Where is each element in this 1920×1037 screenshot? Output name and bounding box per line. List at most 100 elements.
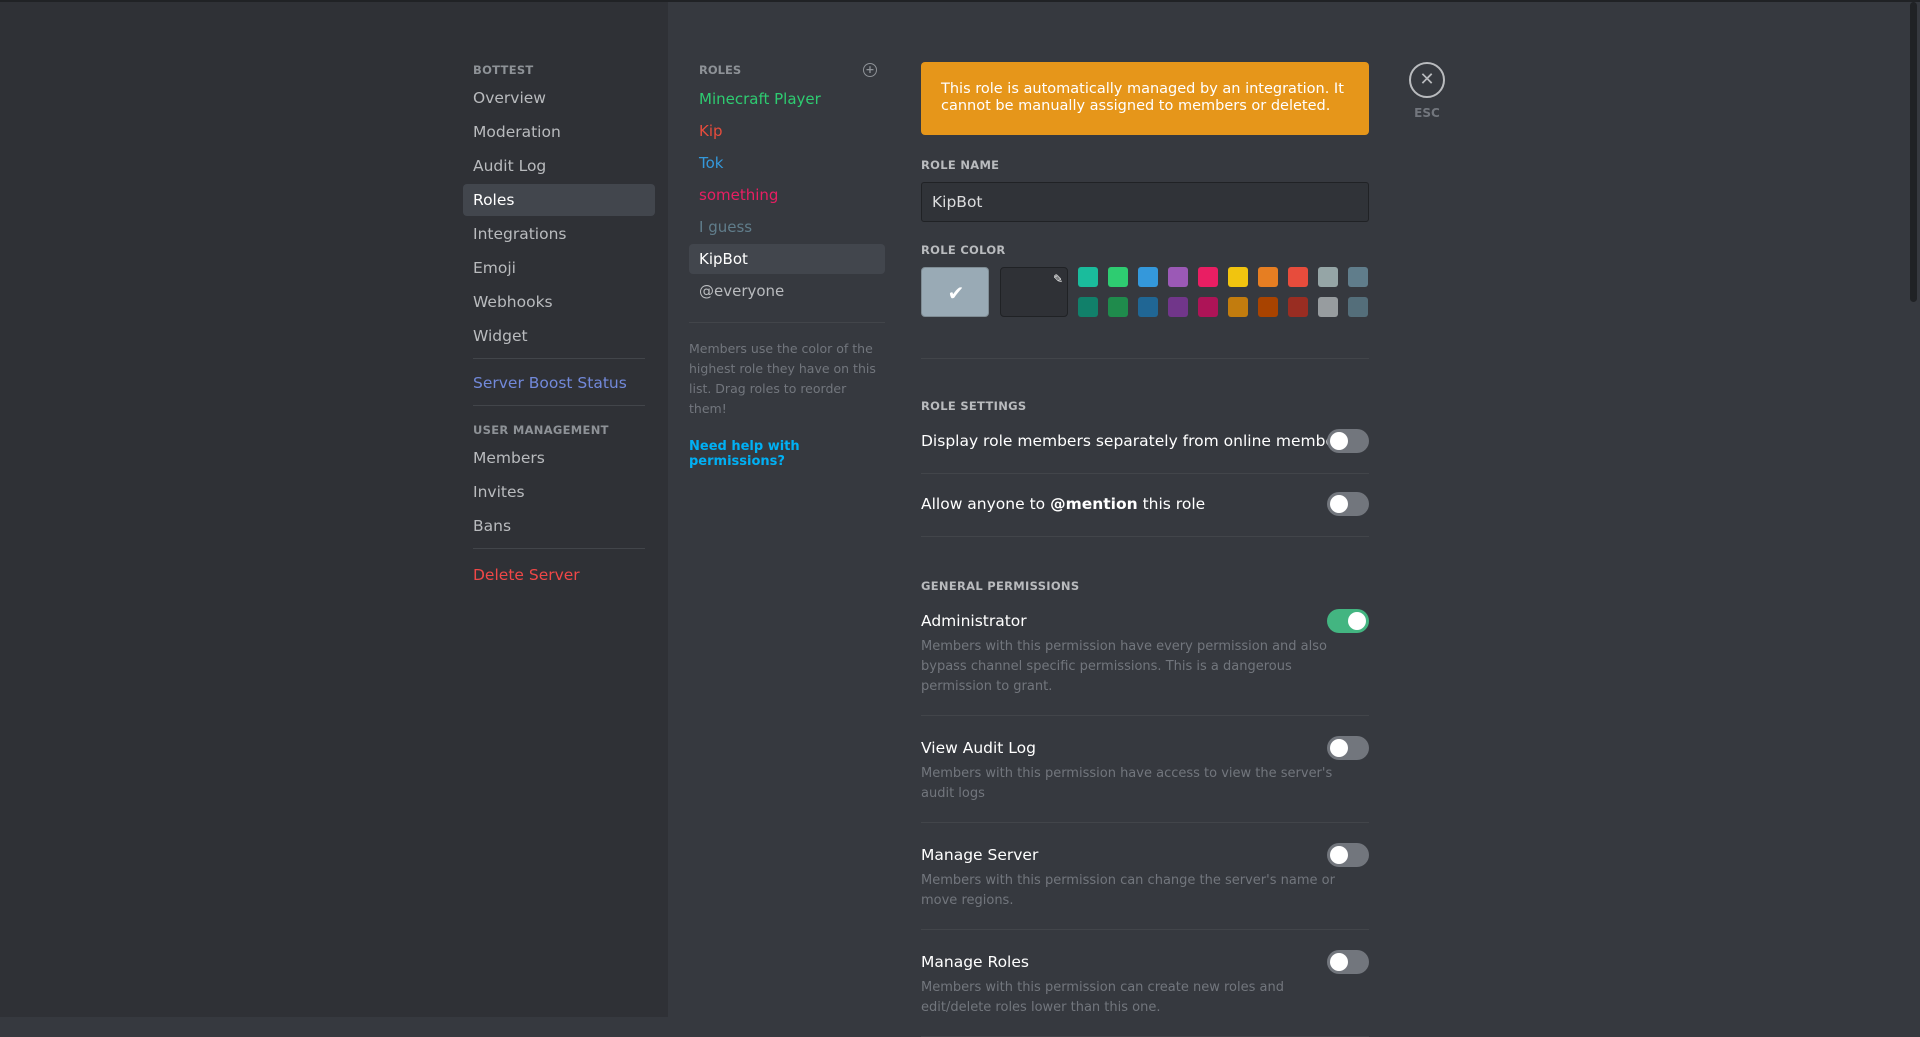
mentionable-prefix: Allow anyone to [921,495,1051,513]
sidebar-divider [473,405,645,406]
settings-sidebar: BOTTEST Overview Moderation Audit Log Ro… [463,60,655,593]
role-settings-label: ROLE SETTINGS [921,399,1027,413]
mentionable-toggle[interactable] [1327,492,1369,516]
role-name-input[interactable] [921,182,1369,222]
add-role-icon[interactable]: + [863,63,877,77]
server-name-header: BOTTEST [473,63,534,77]
roles-header: ROLES + [689,60,885,80]
sidebar-item-widget[interactable]: Widget [463,320,655,352]
role-item[interactable]: Minecraft Player [689,84,885,114]
permission-divider [921,929,1369,930]
setting-divider [921,536,1369,537]
permission-description: Members with this permission have every … [921,639,1327,694]
permission-description: Members with this permission have access… [921,766,1333,801]
role-editor: This role is automatically managed by an… [921,62,1369,1037]
permission-divider [921,822,1369,823]
color-swatch[interactable] [1288,267,1308,287]
toggle-knob [1330,739,1348,757]
mentionable-bold: @mention [1050,495,1138,513]
mentionable-suffix: this role [1137,495,1206,513]
sidebar-item-integrations[interactable]: Integrations [463,218,655,250]
display-separately-toggle[interactable] [1327,429,1369,453]
color-swatch[interactable] [1198,267,1218,287]
mentionable-title: Allow anyone to @mention this role [921,494,1369,514]
color-swatch[interactable] [1318,297,1338,317]
role-item[interactable]: I guess [689,212,885,242]
sidebar-item-roles[interactable]: Roles [463,184,655,216]
permission-row: Manage Roles Members with this permission… [921,950,1369,1018]
mentionable-setting: Allow anyone to @mention this role [921,492,1369,516]
user-management-header: USER MANAGEMENT [473,423,609,437]
sidebar-item-emoji[interactable]: Emoji [463,252,655,284]
role-item[interactable]: @everyone [689,276,885,306]
sidebar-divider [473,548,645,549]
color-swatch[interactable] [1318,267,1338,287]
sidebar-item-bans[interactable]: Bans [463,510,655,542]
role-item[interactable]: Kip [689,116,885,146]
sidebar-item-moderation[interactable]: Moderation [463,116,655,148]
sidebar-divider [473,358,645,359]
permission-row: View Audit Log Members with this permissi… [921,736,1369,804]
toggle-knob [1330,495,1348,513]
sidebar-item-server-boost-status[interactable]: Server Boost Status [463,367,655,399]
sidebar-item-audit-log[interactable]: Audit Log [463,150,655,182]
color-swatch[interactable] [1228,267,1248,287]
color-swatch[interactable] [1138,297,1158,317]
role-color-label: ROLE COLOR [921,243,1006,257]
permissions-help-link[interactable]: Need help with permissions? [689,439,885,469]
color-swatch[interactable] [1078,267,1098,287]
permission-row: Manage Server Members with this permissio… [921,843,1369,911]
toggle-knob [1330,846,1348,864]
permission-toggle[interactable] [1327,736,1369,760]
color-swatch[interactable] [1198,297,1218,317]
color-swatch[interactable] [1108,297,1128,317]
role-color-picker: ✔ ✎ [921,267,1369,317]
role-item[interactable]: something [689,180,885,210]
sidebar-item-webhooks[interactable]: Webhooks [463,286,655,318]
sidebar-item-invites[interactable]: Invites [463,476,655,508]
color-swatch[interactable] [1348,267,1368,287]
custom-color-swatch[interactable]: ✎ [1000,267,1068,317]
color-swatch[interactable] [1168,267,1188,287]
permission-description: Members with this permission can change … [921,873,1335,908]
color-swatch[interactable] [1258,267,1278,287]
color-swatch[interactable] [1108,267,1128,287]
color-swatch[interactable] [1168,297,1188,317]
permission-row: Administrator Members with this permissio… [921,609,1369,697]
sidebar-item-delete-server[interactable]: Delete Server [463,559,655,591]
general-permissions-label: GENERAL PERMISSIONS [921,579,1080,593]
toggle-knob [1330,953,1348,971]
permission-divider [921,715,1369,716]
permission-title: View Audit Log [921,739,1036,757]
default-color-swatch[interactable]: ✔ [921,267,989,317]
color-swatch[interactable] [1138,267,1158,287]
role-item[interactable]: KipBot [689,244,885,274]
close-icon[interactable]: ✕ [1409,62,1445,98]
roles-help-text: Members use the color of the highest rol… [689,341,876,416]
color-swatch[interactable] [1258,297,1278,317]
permission-toggle[interactable] [1327,843,1369,867]
sidebar-item-members[interactable]: Members [463,442,655,474]
color-swatch[interactable] [1228,297,1248,317]
section-divider [921,358,1369,359]
display-separately-title: Display role members separately from onl… [921,432,1350,450]
esc-label: ESC [1414,106,1440,120]
role-name-label: ROLE NAME [921,158,1000,172]
permission-title: Administrator [921,612,1027,630]
close-area: ✕ ESC [1409,62,1445,120]
scrollbar-thumb[interactable] [1910,2,1917,302]
toggle-knob [1348,612,1366,630]
color-swatch[interactable] [1078,297,1098,317]
permission-toggle[interactable] [1327,609,1369,633]
managed-role-notice: This role is automatically managed by an… [921,62,1369,135]
toggle-knob [1330,432,1348,450]
role-item[interactable]: Tok [689,148,885,178]
color-swatch[interactable] [1288,297,1308,317]
eyedropper-icon: ✎ [1052,272,1063,286]
color-swatch[interactable] [1348,297,1368,317]
color-palette [1078,267,1368,317]
sidebar-item-overview[interactable]: Overview [463,82,655,114]
setting-divider [921,473,1369,474]
permission-toggle[interactable] [1327,950,1369,974]
checkmark-icon: ✔ [947,281,965,305]
